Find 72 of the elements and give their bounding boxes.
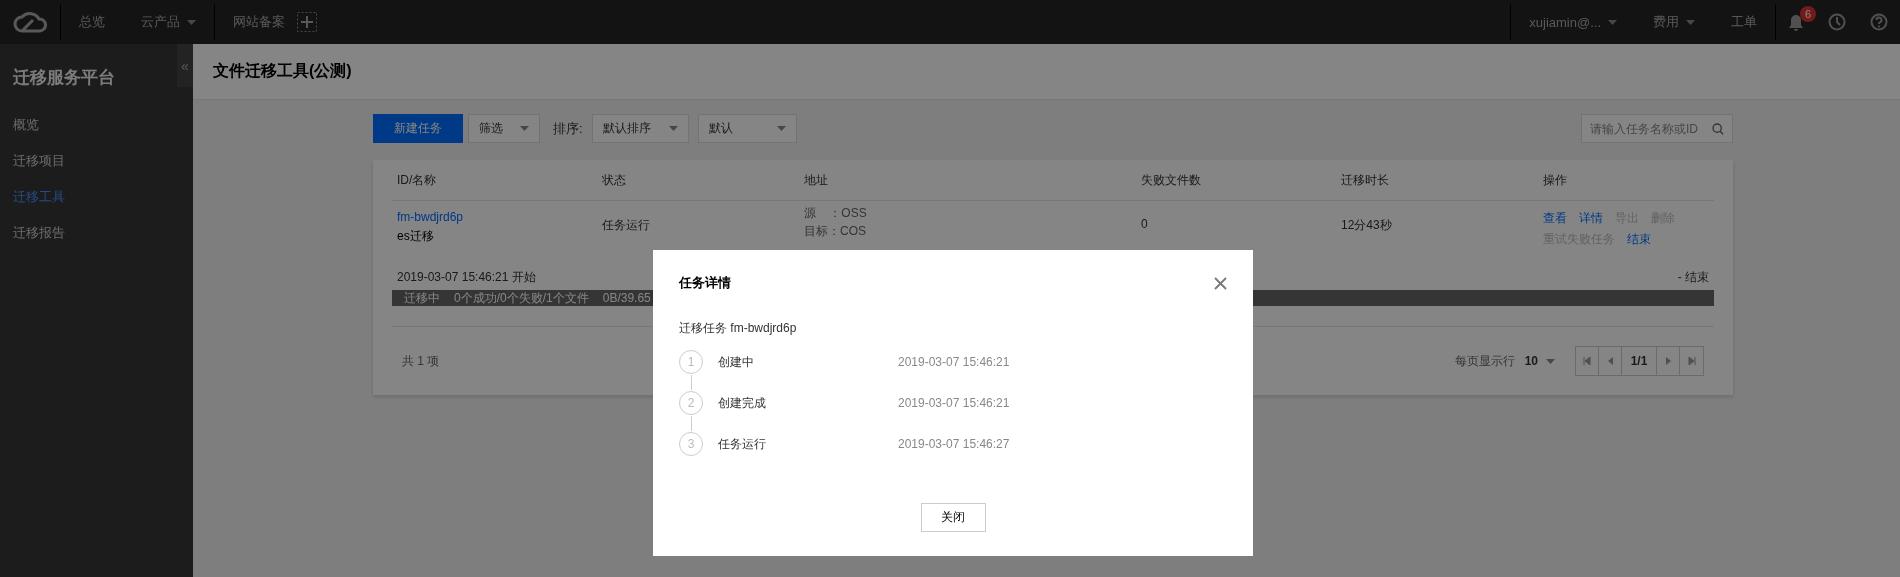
column-header: 状态 [602, 171, 627, 189]
caret-icon [668, 126, 678, 131]
close-button[interactable]: 关闭 [920, 503, 986, 532]
billing-menu[interactable]: 费用 [1635, 13, 1713, 31]
dialog-subtitle: 迁移任务 fm-bwdjrd6p [679, 320, 798, 337]
progress-bytes: 0B/39.65 [602, 291, 651, 305]
step-time: 2019-03-07 15:46:21 [898, 355, 1010, 369]
table-cell: 0 [1141, 217, 1148, 231]
filter-dropdown[interactable]: 筛选 [468, 114, 540, 143]
column-header: ID/名称 [397, 171, 438, 189]
sort-order-dropdown[interactable]: 默认 [697, 114, 797, 143]
page-size-label: 每页显示行 [1454, 352, 1515, 370]
next-page-icon[interactable] [1665, 357, 1671, 365]
total-count: 共 1 项 [402, 352, 440, 370]
caret-icon [1608, 19, 1617, 25]
nav-link[interactable]: 云产品 [123, 13, 214, 31]
last-page-icon[interactable] [1687, 357, 1696, 365]
close-icon[interactable] [1214, 276, 1227, 290]
notification-badge: 6 [1800, 5, 1816, 22]
page-size-dropdown[interactable]: 10 [1524, 354, 1555, 368]
bell-icon[interactable] [1788, 13, 1804, 31]
column-header: 地址 [804, 171, 829, 189]
sidebar-item[interactable]: 迁移工具 [0, 179, 78, 215]
previous-page-icon[interactable] [1607, 357, 1613, 365]
progress-counts: 0个成功/0个失败/1个文件 [454, 289, 589, 307]
collapse-button[interactable]: « [177, 44, 193, 87]
nav-link[interactable]: 总览 [61, 13, 123, 31]
ticket-link[interactable]: 工单 [1713, 13, 1775, 31]
sidebar-item[interactable]: 迁移报告 [0, 215, 78, 251]
search-input[interactable]: 请输入任务名称或ID [1590, 121, 1712, 136]
task-name: es迁移 [397, 228, 435, 245]
sidebar-item[interactable]: 迁移项目 [0, 143, 78, 179]
end-time: - 结束 [1677, 269, 1709, 286]
step-label: 任务运行 [718, 435, 767, 453]
sort-field-dropdown[interactable]: 默认排序 [591, 114, 689, 143]
table-cell: 12分43秒 [1341, 218, 1392, 232]
cloud-logo-icon [13, 11, 47, 33]
caret-icon [187, 19, 196, 25]
sort-label: 排序: [553, 119, 583, 138]
target-text: 目标：COS [804, 223, 867, 240]
step-label: 创建完成 [718, 394, 767, 412]
page-title: 文件迁移工具(公测) [193, 44, 1900, 100]
step-time: 2019-03-07 15:46:27 [898, 437, 1010, 451]
action-link[interactable]: 查看 [1543, 210, 1567, 227]
clock-icon[interactable] [1828, 13, 1846, 31]
caret-icon [776, 126, 786, 131]
source-text: 源 ：OSS [804, 205, 868, 222]
column-header: 迁移时长 [1341, 171, 1390, 189]
caret-icon [520, 126, 529, 131]
caret-icon [1686, 19, 1695, 25]
task-id-link[interactable]: fm-bwdjrd6p [397, 210, 464, 224]
column-header: 操作 [1543, 171, 1568, 189]
progress-state: 迁移中 [404, 289, 440, 307]
help-icon[interactable] [1870, 13, 1888, 31]
sidebar-title: 迁移服务平台 [13, 67, 116, 89]
caret-icon [1546, 358, 1555, 364]
search-field[interactable]: 请输入任务名称或ID [1581, 114, 1733, 143]
status-text: 任务运行 [602, 218, 650, 232]
dialog-title: 任务详情 [679, 274, 731, 292]
search-icon[interactable] [1712, 121, 1724, 136]
column-header: 失败文件数 [1141, 171, 1202, 189]
sidebar-item[interactable]: 概览 [0, 107, 52, 143]
nav-link[interactable]: 网站备案 [215, 13, 303, 31]
start-time: 2019-03-07 15:46:21 开始 [397, 269, 536, 286]
new-task-button[interactable]: 新建任务 [373, 114, 463, 143]
first-page-icon[interactable] [1583, 357, 1591, 365]
step-label: 创建中 [718, 353, 755, 371]
add-icon[interactable] [297, 12, 317, 32]
account-menu[interactable]: xujiamin@... [1511, 14, 1635, 30]
action-link[interactable]: 结束 [1627, 231, 1651, 248]
step-time: 2019-03-07 15:46:21 [898, 396, 1010, 410]
action-link[interactable]: 详情 [1579, 210, 1603, 227]
